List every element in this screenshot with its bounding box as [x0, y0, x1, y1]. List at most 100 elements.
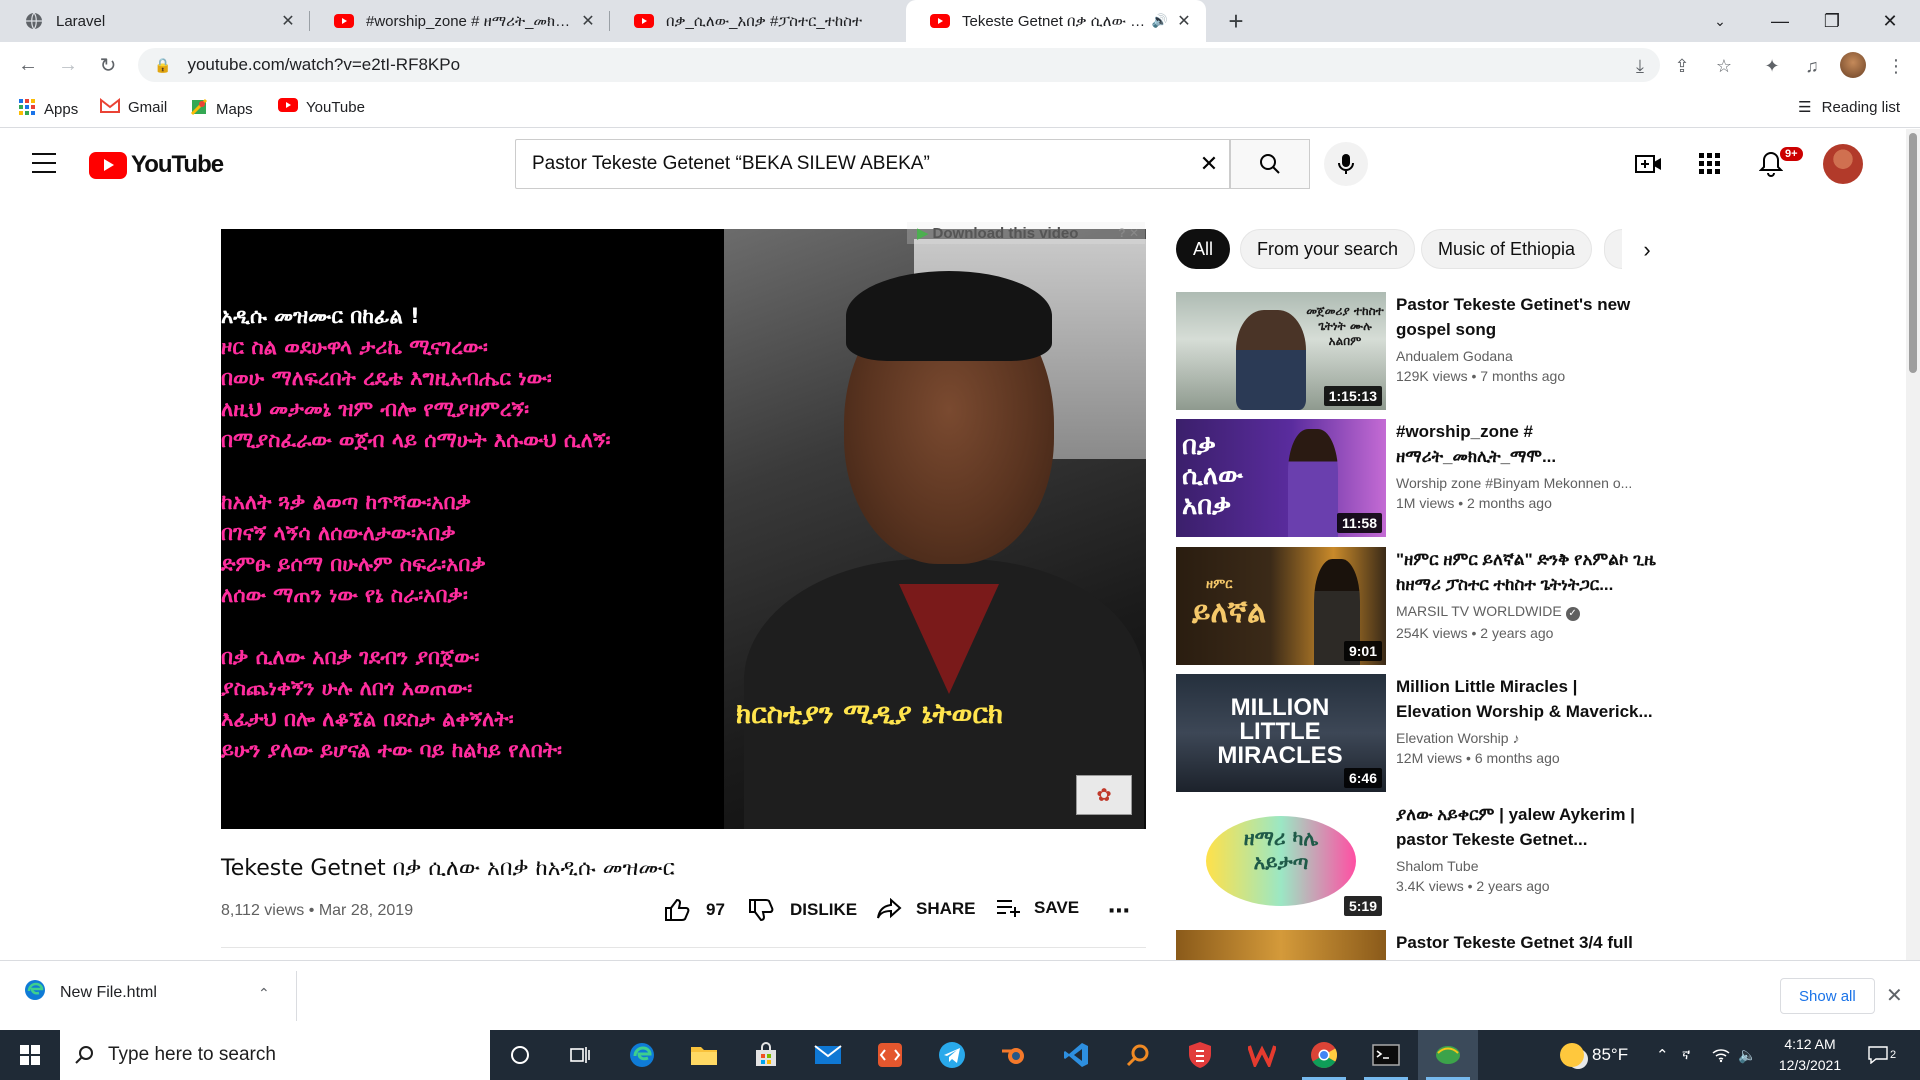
file-explorer-icon[interactable] — [674, 1030, 734, 1080]
blender-icon[interactable] — [984, 1030, 1044, 1080]
youtube-logo[interactable]: YouTube — [89, 151, 224, 179]
taskbar-search-box[interactable]: Type here to search — [60, 1030, 490, 1080]
video-thumbnail[interactable]: MILLION LITTLE MIRACLES 6:46 — [1176, 674, 1386, 792]
close-icon[interactable]: ✕ — [278, 11, 298, 31]
search-magnifier-app-icon[interactable] — [1108, 1030, 1168, 1080]
search-button[interactable] — [1230, 139, 1310, 189]
speaker-icon[interactable]: 🔊 — [1152, 13, 1168, 29]
video-thumbnail[interactable] — [1176, 930, 1386, 960]
close-icon[interactable]: ? ✕ — [1118, 226, 1139, 240]
keyboard-language-icon[interactable]: ኛ — [1682, 1030, 1690, 1080]
recommendation-title[interactable]: #worship_zone # ዘማሪት_መክሊት_ማሞ... — [1396, 419, 1656, 469]
action-center-icon[interactable]: 2 — [1868, 1030, 1896, 1080]
close-icon[interactable]: ✕ — [1886, 983, 1903, 1008]
chip-music-of-ethiopia[interactable]: Music of Ethiopia — [1421, 229, 1593, 269]
wifi-icon[interactable] — [1712, 1030, 1730, 1080]
video-player[interactable]: አዲሱ መዝሙር በከፊል ! ዞር ስል ወደሁዋላ ታሪኬ ሚናገረው፡ በ… — [221, 229, 1146, 829]
video-thumbnail[interactable]: ዘምር ይለኛል 9:01 — [1176, 547, 1386, 665]
cortana-icon[interactable] — [490, 1030, 550, 1080]
window-close-button[interactable]: ✕ — [1860, 0, 1920, 42]
recommendation-title[interactable]: "ዘምር ዘምር ይለኛል" ድንቅ የአምልኮ ጊዜ ከዘማሪ ፓስተር ተከ… — [1396, 547, 1656, 597]
forward-arrow-icon[interactable]: → — [54, 51, 82, 79]
menu-dots-icon[interactable]: ⋮ — [1882, 52, 1910, 80]
search-input[interactable]: Pastor Tekeste Getenet “BEKA SILEW ABEKA… — [515, 139, 1230, 189]
bookmark-apps[interactable]: Apps — [18, 98, 78, 120]
address-bar[interactable]: 🔒 youtube.com/watch?v=e2tI-RF8KPo — [138, 48, 1660, 82]
close-icon[interactable]: ✕ — [1174, 11, 1194, 31]
extensions-icon[interactable]: ✦ — [1758, 52, 1786, 80]
reload-icon[interactable]: ↻ — [94, 51, 122, 79]
recommendation-title[interactable]: ያለው አይቀርም | yalew Aykerim | pastor Tekes… — [1396, 802, 1656, 852]
channel-name[interactable]: MARSIL TV WORLDWIDE ✓ — [1396, 603, 1656, 621]
chrome-icon[interactable] — [1294, 1030, 1354, 1080]
channel-name[interactable]: Shalom Tube — [1396, 858, 1656, 874]
chevron-right-icon[interactable]: › — [1632, 235, 1662, 265]
html-editor-icon[interactable] — [860, 1030, 920, 1080]
tab-beka-silew[interactable]: በቃ_ሲለው_አበቃ #ፓስተር_ተከስተ — [610, 0, 906, 42]
channel-watermark-icon[interactable]: ✿ — [1076, 775, 1132, 815]
telegram-icon[interactable] — [922, 1030, 982, 1080]
recommendation-title[interactable]: Pastor Tekeste Getnet 3/4 full — [1396, 930, 1656, 955]
lock-icon[interactable]: 🔒 — [154, 57, 171, 74]
recommendation-title[interactable]: Million Little Miracles | Elevation Wors… — [1396, 674, 1656, 724]
video-thumbnail[interactable]: መጀመሪያ ተከስተ ጌትነት ሙሉ አልበም 1:15:13 — [1176, 292, 1386, 410]
new-tab-button[interactable]: + — [1222, 8, 1250, 36]
create-video-icon[interactable] — [1634, 149, 1664, 179]
hamburger-menu-icon[interactable] — [32, 153, 56, 173]
voice-search-button[interactable] — [1324, 142, 1368, 186]
windows-start-icon[interactable] — [0, 1030, 60, 1080]
close-icon[interactable]: ✕ — [578, 11, 598, 31]
clear-search-icon[interactable]: ✕ — [1189, 151, 1229, 177]
share-button[interactable]: SHARE — [876, 898, 976, 920]
save-button[interactable]: SAVE — [996, 898, 1079, 918]
apps-grid-icon[interactable] — [1695, 149, 1725, 179]
install-icon[interactable]: ⤓ — [1626, 52, 1654, 80]
weather-widget[interactable]: 85°F — [1560, 1030, 1628, 1080]
recommendation-item[interactable]: Pastor Tekeste Getnet 3/4 full — [1176, 930, 1656, 960]
vscode-icon[interactable] — [1046, 1030, 1106, 1080]
chip-partial[interactable] — [1604, 229, 1622, 269]
recommendation-item[interactable]: MILLION LITTLE MIRACLES 6:46 Million Lit… — [1176, 674, 1656, 792]
back-arrow-icon[interactable]: ← — [14, 51, 42, 79]
minimize-button[interactable]: — — [1750, 0, 1810, 42]
share-icon[interactable]: ⇪ — [1668, 52, 1696, 80]
more-actions-icon[interactable]: ⋯ — [1108, 898, 1130, 924]
shield-app-icon[interactable] — [1170, 1030, 1230, 1080]
globe-app-icon[interactable] — [1418, 1030, 1478, 1080]
bookmark-maps[interactable]: Maps — [190, 98, 253, 120]
recommendation-item[interactable]: መጀመሪያ ተከስተ ጌትነት ሙሉ አልበም 1:15:13 Pastor T… — [1176, 292, 1656, 410]
dislike-button[interactable]: DISLIKE — [748, 898, 857, 922]
recommendation-title[interactable]: Pastor Tekeste Getinet's new gospel song — [1396, 292, 1656, 342]
recommendation-item[interactable]: በቃ ሲለው አበቃ 11:58 #worship_zone # ዘማሪት_መክ… — [1176, 419, 1656, 537]
edge-icon[interactable] — [612, 1030, 672, 1080]
tab-tekeste-getnet[interactable]: Tekeste Getnet በቃ ሲለው አበቃ 🔊 ✕ — [906, 0, 1206, 42]
chip-all[interactable]: All — [1176, 229, 1231, 269]
profile-avatar[interactable] — [1840, 52, 1866, 78]
recommendation-item[interactable]: ዘማሪ ካሌ አይታጣ 5:19 ያለው አይቀርም | yalew Ayker… — [1176, 802, 1656, 920]
chevron-up-icon[interactable]: ⌃ — [258, 985, 270, 1002]
recommendation-item[interactable]: ዘምር ይለኛል 9:01 "ዘምር ዘምር ይለኛል" ድንቅ የአምልኮ ጊ… — [1176, 547, 1656, 665]
media-control-icon[interactable]: ♫ — [1798, 52, 1826, 80]
channel-name[interactable]: Andualem Godana — [1396, 348, 1656, 364]
chip-from-your-search[interactable]: From your search — [1240, 229, 1416, 269]
microsoft-store-icon[interactable] — [736, 1030, 796, 1080]
url-text[interactable]: youtube.com/watch?v=e2tI-RF8KPo — [187, 55, 460, 75]
bookmark-star-icon[interactable]: ☆ — [1710, 52, 1738, 80]
like-button[interactable]: 97 — [664, 898, 725, 922]
search-query[interactable]: Pastor Tekeste Getenet “BEKA SILEW ABEKA… — [532, 153, 1189, 175]
download-video-banner[interactable]: ▶ Download this video ? ✕ — [907, 222, 1145, 244]
account-avatar[interactable] — [1823, 144, 1863, 184]
mail-icon[interactable] — [798, 1030, 858, 1080]
tab-worship-zone[interactable]: #worship_zone # ዘማሪት_መክሊት_ማሞ ✕ — [310, 0, 610, 42]
show-all-button[interactable]: Show all — [1780, 978, 1875, 1014]
maximize-button[interactable]: ❐ — [1802, 0, 1862, 42]
volume-icon[interactable]: 🔈 — [1738, 1030, 1757, 1080]
page-scrollbar[interactable] — [1906, 129, 1920, 960]
system-clock[interactable]: 4:12 AM 12/3/2021 — [1760, 1034, 1860, 1076]
tab-search-button[interactable]: ⌄ — [1690, 0, 1750, 42]
video-thumbnail[interactable]: ዘማሪ ካሌ አይታጣ 5:19 — [1176, 802, 1386, 920]
terminal-icon[interactable] — [1356, 1030, 1416, 1080]
wps-office-icon[interactable] — [1232, 1030, 1292, 1080]
channel-name[interactable]: Worship zone #Binyam Mekonnen o... — [1396, 475, 1656, 491]
scrollbar-thumb[interactable] — [1909, 133, 1917, 373]
